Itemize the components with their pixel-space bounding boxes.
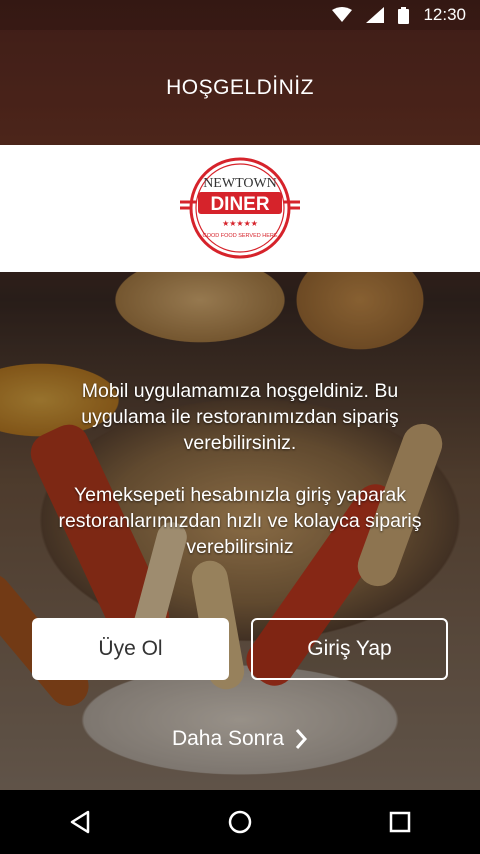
- battery-icon: [398, 6, 410, 24]
- wifi-icon: [332, 7, 353, 23]
- status-bar: 12:30: [0, 0, 480, 30]
- later-label: Daha Sonra: [171, 727, 285, 750]
- recents-icon: [389, 811, 411, 833]
- home-icon: [228, 810, 252, 834]
- logo-main-text: DINER: [210, 194, 269, 215]
- home-button[interactable]: [210, 792, 270, 852]
- intro-text: Mobil uygulamamıza hoşgeldiniz. Bu uygul…: [81, 380, 399, 454]
- newtown-diner-logo: NEWTOWN DINER ★★★★★ GOOD FOOD SERVED HER…: [180, 157, 300, 259]
- signal-icon: [366, 7, 385, 23]
- logo-band: NEWTOWN DINER ★★★★★ GOOD FOOD SERVED HER…: [0, 145, 480, 272]
- back-button[interactable]: [50, 792, 110, 852]
- back-icon: [70, 810, 90, 834]
- status-time: 12:30: [423, 5, 466, 24]
- register-button[interactable]: Üye Ol: [32, 618, 229, 680]
- logo-top-text: NEWTOWN: [203, 176, 277, 191]
- logo-tagline: GOOD FOOD SERVED HERE: [202, 233, 277, 239]
- login-button[interactable]: Giriş Yap: [251, 618, 448, 680]
- yemeksepeti-text: Yemeksepeti hesabınızla giriş yaparak re…: [58, 484, 422, 558]
- later-button[interactable]: Daha Sonra: [0, 727, 480, 751]
- logo-stars: ★★★★★: [222, 219, 258, 228]
- page-title: HOŞGELDİNİZ: [166, 76, 314, 99]
- recents-button[interactable]: [370, 792, 430, 852]
- chevron-right-icon: [295, 729, 308, 749]
- nav-bar: [0, 790, 480, 854]
